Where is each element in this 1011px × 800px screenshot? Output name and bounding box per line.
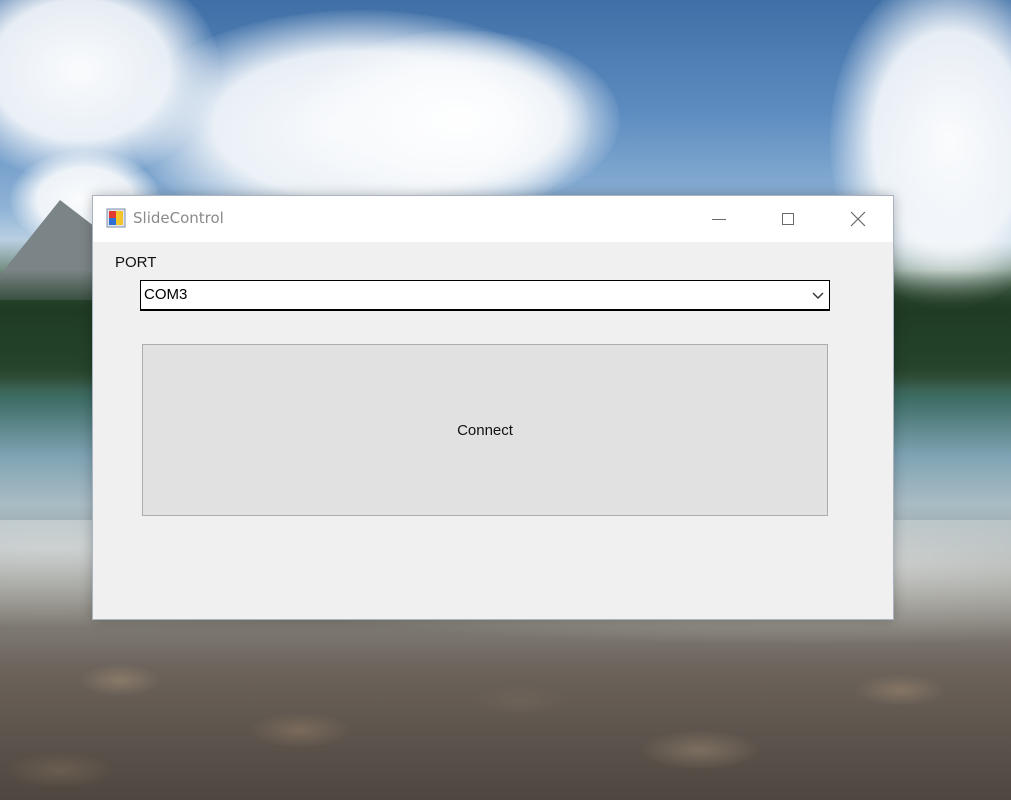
maximize-button[interactable] <box>765 196 811 242</box>
application-icon <box>106 208 126 228</box>
desktop-background: SlideControl PORT COM3 Connect <box>0 0 1011 800</box>
cloud <box>300 30 620 210</box>
title-bar[interactable]: SlideControl <box>93 196 893 242</box>
port-selected-value: COM3 <box>144 286 188 303</box>
window-title: SlideControl <box>133 209 224 227</box>
port-label: PORT <box>115 254 157 271</box>
close-icon <box>850 211 866 227</box>
minimize-button[interactable] <box>696 196 742 242</box>
close-button[interactable] <box>835 196 881 242</box>
lakebed-rocks <box>0 640 1011 800</box>
chevron-down-icon[interactable] <box>811 288 825 302</box>
minimize-icon <box>712 218 726 220</box>
slidecontrol-window: SlideControl PORT COM3 Connect <box>92 195 894 620</box>
connect-button[interactable]: Connect <box>142 344 828 516</box>
port-select[interactable]: COM3 <box>140 280 830 311</box>
maximize-icon <box>782 213 794 225</box>
